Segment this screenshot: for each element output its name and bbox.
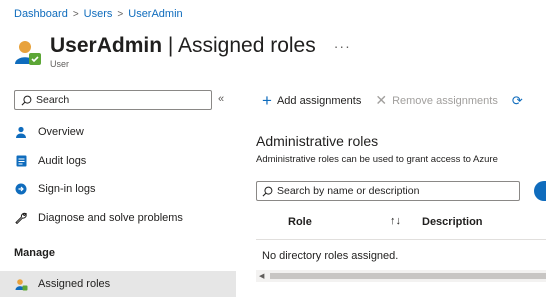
nav-section-manage: Manage [14,247,55,259]
sort-icon[interactable]: ↑↓ [390,215,401,227]
sidebar-item-label: Assigned roles [38,278,111,290]
audit-log-icon [14,154,28,168]
close-icon: ✕ [375,92,388,108]
add-assignments-button[interactable]: + Add assignments [262,92,361,109]
sidebar-item-label: Overview [38,126,84,138]
user-icon [15,41,41,65]
assigned-roles-icon [14,277,28,291]
nav-search-placeholder: Search [36,94,70,106]
add-filter-button[interactable] [534,181,546,201]
column-header-role[interactable]: Role [288,216,312,228]
remove-assignments-label: Remove assignments [392,94,498,107]
sidebar-item-audit-logs[interactable]: Audit logs [14,150,236,172]
breadcrumb-dashboard[interactable]: Dashboard [14,8,68,20]
collapse-nav-button[interactable]: « [218,93,224,105]
plus-icon: + [262,91,272,110]
page-title: UserAdmin | Assigned roles [50,34,316,57]
remove-assignments-button[interactable]: ✕ Remove assignments [375,92,498,109]
breadcrumb: Dashboard > Users > UserAdmin [14,8,183,20]
section-title: Administrative roles [256,133,379,149]
search-icon [21,95,32,105]
sign-in-logs-icon [14,182,28,196]
breadcrumb-separator: > [117,8,124,20]
sidebar-item-label: Sign-in logs [38,183,96,195]
section-description: Administrative roles can be used to gran… [256,154,498,165]
wrench-icon [14,211,28,225]
column-header-description[interactable]: Description [422,216,483,228]
role-search-placeholder: Search by name or description [277,185,420,197]
sidebar-item-sign-in-logs[interactable]: Sign-in logs [14,178,236,200]
breadcrumb-separator: > [72,8,79,20]
search-icon [262,186,273,196]
scrollbar-thumb[interactable] [270,273,546,279]
more-options-button[interactable]: ··· [334,38,351,54]
scroll-left-icon[interactable]: ◀ [259,272,264,280]
add-assignments-label: Add assignments [276,94,362,107]
table-divider [256,239,546,240]
breadcrumb-users[interactable]: Users [84,8,113,20]
breadcrumb-useradmin[interactable]: UserAdmin [128,8,182,20]
page-subtitle: User [50,59,70,69]
command-bar: + Add assignments ✕ Remove assignments ⟳ [262,92,523,109]
person-icon [14,125,28,139]
sidebar-item-label: Diagnose and solve problems [38,212,183,224]
sidebar-item-diagnose[interactable]: Diagnose and solve problems [14,207,236,229]
nav-search-input[interactable]: Search [14,90,212,110]
horizontal-scrollbar[interactable]: ◀ [256,270,546,282]
role-search-input[interactable]: Search by name or description [256,181,520,201]
empty-table-message: No directory roles assigned. [262,250,399,262]
refresh-icon[interactable]: ⟳ [512,93,523,109]
page-header: UserAdmin | Assigned roles ··· User [14,34,351,69]
sidebar-item-overview[interactable]: Overview [14,121,236,143]
sidebar-item-label: Audit logs [38,155,87,167]
sidebar-item-assigned-roles[interactable]: Assigned roles [0,271,236,297]
